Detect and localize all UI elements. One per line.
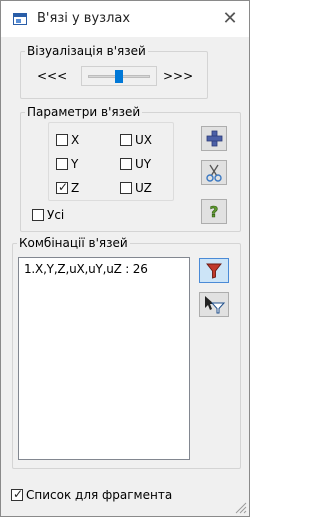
resize-grip-icon[interactable] <box>235 502 247 514</box>
scissors-icon <box>206 164 222 182</box>
slider-thumb[interactable] <box>115 70 123 83</box>
checkbox-uy[interactable] <box>120 158 132 170</box>
fragment-list-label: Список для фрагмента <box>26 488 173 502</box>
checkbox-x-label: X <box>71 133 80 147</box>
checkbox-uy-label: UY <box>135 157 152 171</box>
check-icon: ✓ <box>58 180 69 194</box>
visualization-legend: Візуалізація в'язей <box>27 44 146 58</box>
checkbox-all[interactable] <box>32 209 44 221</box>
checkbox-ux[interactable] <box>120 134 132 146</box>
checkbox-z[interactable]: ✓ <box>56 180 69 194</box>
checkbox-y[interactable] <box>56 158 68 170</box>
checkbox-uz[interactable] <box>120 182 132 194</box>
checkbox-uz-label: UZ <box>135 181 152 195</box>
help-button[interactable]: ? <box>201 199 227 224</box>
remove-button[interactable] <box>201 160 227 185</box>
question-icon: ? <box>209 203 219 222</box>
combinations-list[interactable]: 1.X,Y,Z,uX,uY,uZ : 26 <box>18 257 190 460</box>
pointer-filter-icon <box>205 296 226 314</box>
add-button[interactable] <box>201 126 227 151</box>
slider-right-arrows[interactable]: >>> <box>163 69 193 83</box>
filter-button[interactable] <box>199 258 229 283</box>
close-button[interactable]: ✕ <box>211 1 249 37</box>
window-title: В'язі у вузлах <box>37 11 131 26</box>
plus-icon <box>206 130 223 147</box>
title-bar: В'язі у вузлах ✕ <box>1 1 249 37</box>
parameters-legend: Параметри в'язей <box>27 105 141 119</box>
checkbox-x[interactable] <box>56 134 68 146</box>
visualization-slider[interactable] <box>81 66 157 86</box>
filter-icon <box>206 263 222 279</box>
checkbox-ux-label: UX <box>135 133 153 147</box>
pointer-filter-button[interactable] <box>199 292 229 317</box>
checkbox-z-label: Z <box>71 181 80 195</box>
checkbox-y-label: Y <box>71 157 79 171</box>
combinations-legend: Комбінації в'язей <box>19 236 128 250</box>
fragment-list-checkbox[interactable]: ✓ <box>11 487 24 501</box>
check-icon: ✓ <box>13 487 24 501</box>
svg-text:?: ? <box>210 203 219 221</box>
combination-item[interactable]: 1.X,Y,Z,uX,uY,uZ : 26 <box>24 262 148 276</box>
dialog-window: В'язі у вузлах ✕ Візуалізація в'язей <<<… <box>0 0 250 517</box>
slider-left-arrows[interactable]: <<< <box>37 69 67 83</box>
app-icon <box>13 13 27 25</box>
checkbox-all-label: Усі <box>47 208 65 222</box>
